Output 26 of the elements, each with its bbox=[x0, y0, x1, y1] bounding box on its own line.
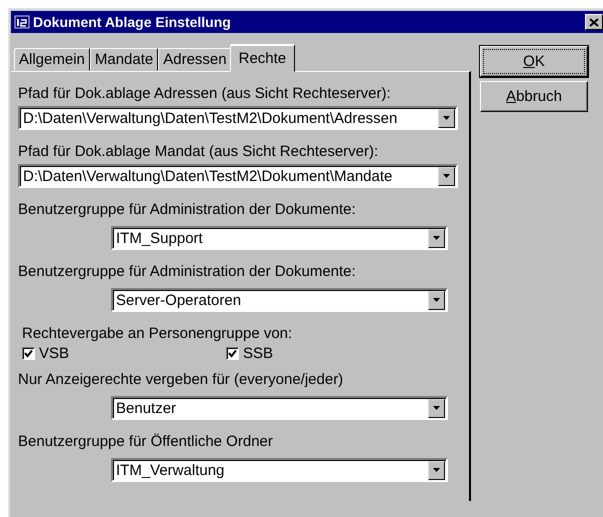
checkbox[interactable] bbox=[226, 346, 239, 360]
checkbox[interactable] bbox=[22, 346, 35, 360]
field-label: Benutzergruppe für Administration der Dokumente: bbox=[18, 262, 357, 282]
close-icon bbox=[589, 18, 599, 26]
field-label: Pfad für Dok.ablage Adressen (aus Sicht Rechteserver): bbox=[18, 84, 392, 104]
dropdown-field[interactable]: ITM_Support bbox=[111, 226, 448, 250]
group-label: Rechtevergabe an Personengruppe von: bbox=[21, 324, 294, 344]
checkbox-label: VSB bbox=[39, 344, 70, 362]
tab[interactable]: Rechte bbox=[230, 44, 296, 72]
dropdown-field[interactable]: D:\Daten\Verwaltung\Daten\TestM2\Dokument\Adressen bbox=[18, 106, 458, 130]
dropdown-field[interactable]: Benutzer bbox=[111, 396, 448, 420]
close-button[interactable] bbox=[585, 14, 603, 30]
dialog-button[interactable]: Abbruch bbox=[480, 81, 588, 112]
field-label: Pfad für Dok.ablage Mandat (aus Sicht Rechteserver): bbox=[18, 142, 380, 162]
dropdown-field[interactable]: ITM_Verwaltung bbox=[111, 458, 448, 482]
dialog-button[interactable]: OK bbox=[480, 46, 588, 77]
tab[interactable]: Mandate bbox=[90, 48, 158, 71]
field-label: Nur Anzeigerechte vergeben für (everyone/jeder) bbox=[18, 370, 344, 390]
tab[interactable]: Allgemein bbox=[14, 48, 90, 71]
window-title: Dokument Ablage Einstellung bbox=[33, 14, 231, 30]
dropdown-field[interactable]: D:\Daten\Verwaltung\Daten\TestM2\Dokument\Mandate bbox=[18, 164, 458, 188]
field-label: Benutzergruppe für Administration der Dokumente: bbox=[18, 200, 357, 220]
checkbox-label: SSB bbox=[243, 344, 274, 362]
app-icon bbox=[14, 15, 30, 29]
dropdown-field[interactable]: Server-Operatoren bbox=[111, 288, 448, 312]
field-label: Benutzergruppe für Öffentliche Ordner bbox=[18, 432, 274, 452]
